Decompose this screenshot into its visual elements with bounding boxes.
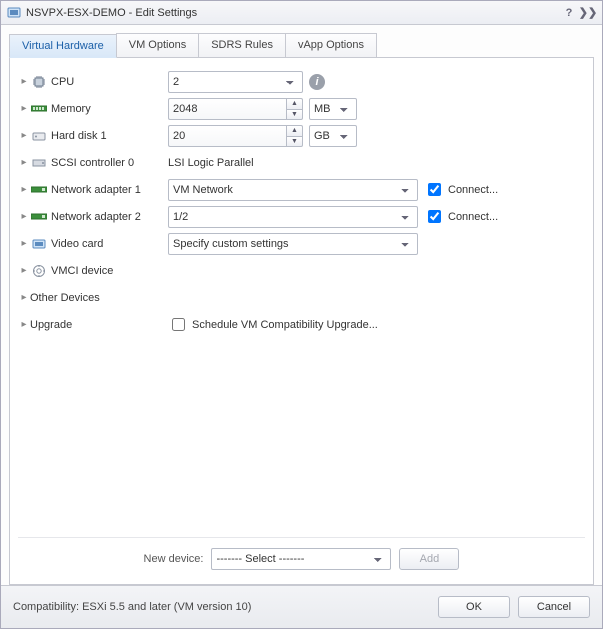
memory-step-up[interactable]: ▲ — [286, 98, 303, 109]
cancel-button[interactable]: Cancel — [518, 596, 590, 618]
other-devices-label: Other Devices — [30, 292, 100, 304]
vm-icon — [7, 6, 21, 20]
row-video-card: ▸ Video card Specify custom settings — [18, 230, 585, 257]
window-title: NSVPX-ESX-DEMO - Edit Settings — [26, 7, 558, 19]
tab-vm-options[interactable]: VM Options — [116, 33, 199, 57]
expand-toggle[interactable]: ▸ — [18, 211, 30, 222]
schedule-upgrade-text: Schedule VM Compatibility Upgrade... — [192, 319, 378, 331]
expand-toggle[interactable]: ▸ — [18, 184, 30, 195]
memory-label: Memory — [51, 103, 91, 115]
cpu-label: CPU — [51, 76, 74, 88]
hard-disk-1-unit-select[interactable]: GB — [309, 125, 357, 147]
video-card-label: Video card — [51, 238, 103, 250]
row-cpu: ▸ CPU 2 i — [18, 68, 585, 95]
expand-toggle[interactable]: ▸ — [18, 130, 30, 141]
hard-disk-1-label: Hard disk 1 — [51, 130, 107, 142]
expand-toggle[interactable]: ▸ — [18, 238, 30, 249]
edit-settings-dialog: NSVPX-ESX-DEMO - Edit Settings ? ❯❯ Virt… — [0, 0, 603, 629]
schedule-upgrade-checkbox-label[interactable]: Schedule VM Compatibility Upgrade... — [168, 315, 378, 334]
row-scsi-0: ▸ SCSI controller 0 LSI Logic Parallel — [18, 149, 585, 176]
expand-toggle[interactable]: ▸ — [18, 265, 30, 276]
device-rows: ▸ CPU 2 i ▸ — [18, 68, 585, 531]
schedule-upgrade-checkbox[interactable] — [172, 318, 185, 331]
expand-toggle[interactable]: ▸ — [18, 292, 30, 303]
network-adapter-2-connect[interactable]: Connect... — [424, 207, 498, 226]
info-icon[interactable]: i — [309, 74, 325, 90]
connect-label: Connect... — [448, 184, 498, 196]
expand-toggle[interactable]: ▸ — [18, 76, 30, 87]
network-adapter-icon — [30, 209, 48, 225]
ok-button[interactable]: OK — [438, 596, 510, 618]
dialog-body: Virtual Hardware VM Options SDRS Rules v… — [1, 25, 602, 585]
dialog-footer: Compatibility: ESXi 5.5 and later (VM ve… — [1, 585, 602, 628]
network-adapter-2-select[interactable]: 1/2 — [168, 206, 418, 228]
row-network-adapter-2: ▸ Network adapter 2 1/2 Connect. — [18, 203, 585, 230]
tab-virtual-hardware[interactable]: Virtual Hardware — [9, 34, 117, 58]
new-device-bar: New device: ------- Select ------- Add — [18, 537, 585, 578]
video-card-icon — [30, 236, 48, 252]
new-device-label: New device: — [144, 553, 204, 565]
row-memory: ▸ Memory ▲ ▼ — [18, 95, 585, 122]
scsi-0-value: LSI Logic Parallel — [168, 157, 254, 169]
row-other-devices: ▸ Other Devices — [18, 284, 585, 311]
expand-toggle[interactable]: ▸ — [18, 103, 30, 114]
new-device-select[interactable]: ------- Select ------- — [211, 548, 391, 570]
row-network-adapter-1: ▸ Network adapter 1 VM Network C — [18, 176, 585, 203]
upgrade-label: Upgrade — [30, 319, 72, 331]
virtual-hardware-panel: ▸ CPU 2 i ▸ — [9, 58, 594, 585]
network-adapter-icon — [30, 182, 48, 198]
row-hard-disk-1: ▸ Hard disk 1 ▲ ▼ — [18, 122, 585, 149]
tab-sdrs-rules[interactable]: SDRS Rules — [198, 33, 286, 57]
titlebar: NSVPX-ESX-DEMO - Edit Settings ? ❯❯ — [1, 1, 602, 25]
help-button[interactable]: ? — [561, 5, 577, 21]
compatibility-text: Compatibility: ESXi 5.5 and later (VM ve… — [13, 601, 430, 613]
network-adapter-2-connect-checkbox[interactable] — [428, 210, 441, 223]
memory-unit-select[interactable]: MB — [309, 98, 357, 120]
add-button[interactable]: Add — [399, 548, 459, 570]
memory-icon — [30, 101, 48, 117]
network-adapter-1-label: Network adapter 1 — [51, 184, 141, 196]
expand-toggle[interactable]: ▸ — [18, 319, 30, 330]
tabstrip: Virtual Hardware VM Options SDRS Rules v… — [9, 33, 594, 58]
memory-step-down[interactable]: ▼ — [286, 109, 303, 120]
expand-toggle[interactable]: ▸ — [18, 157, 30, 168]
scsi-0-label: SCSI controller 0 — [51, 157, 134, 169]
collapse-button[interactable]: ❯❯ — [580, 5, 596, 21]
vmci-device-label: VMCI device — [51, 265, 113, 277]
connect-label: Connect... — [448, 211, 498, 223]
scsi-controller-icon — [30, 155, 48, 171]
network-adapter-2-label: Network adapter 2 — [51, 211, 141, 223]
memory-input[interactable] — [168, 98, 286, 120]
cpu-select[interactable]: 2 — [168, 71, 303, 93]
network-adapter-1-connect-checkbox[interactable] — [428, 183, 441, 196]
network-adapter-1-connect[interactable]: Connect... — [424, 180, 498, 199]
vmci-device-icon — [30, 263, 48, 279]
hard-disk-icon — [30, 128, 48, 144]
video-card-select[interactable]: Specify custom settings — [168, 233, 418, 255]
row-vmci-device: ▸ VMCI device — [18, 257, 585, 284]
cpu-icon — [30, 74, 48, 90]
network-adapter-1-select[interactable]: VM Network — [168, 179, 418, 201]
tab-vapp-options[interactable]: vApp Options — [285, 33, 377, 57]
disk-step-down[interactable]: ▼ — [286, 136, 303, 147]
row-upgrade: ▸ Upgrade Schedule VM Compatibility Upgr… — [18, 311, 585, 338]
disk-step-up[interactable]: ▲ — [286, 125, 303, 136]
hard-disk-1-input[interactable] — [168, 125, 286, 147]
